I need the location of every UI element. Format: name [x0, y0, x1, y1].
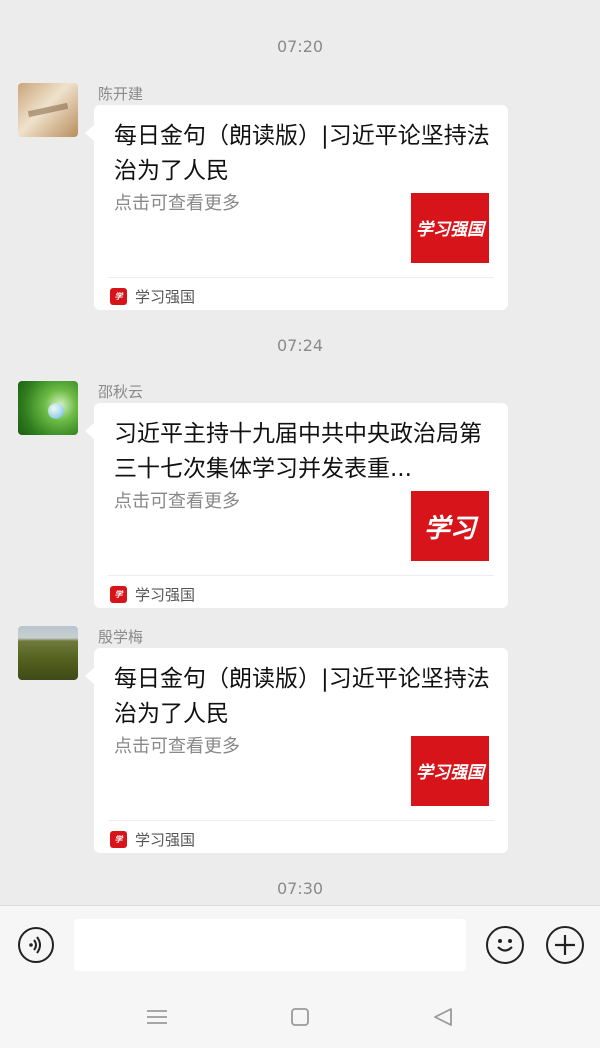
- menu-button[interactable]: [143, 1003, 171, 1031]
- card-title: 每日金句（朗读版）|习近平论坚持法治为了人民: [114, 123, 490, 184]
- home-icon: [291, 1008, 309, 1026]
- sender-name: 陈开建: [98, 85, 144, 103]
- card-description: 点击可查看更多: [114, 491, 240, 512]
- xuexi-logo-icon: 学: [110, 287, 127, 305]
- source-name: 学习强国: [135, 287, 196, 306]
- back-button[interactable]: [429, 1003, 457, 1031]
- emoji-icon: [497, 939, 513, 952]
- link-card[interactable]: 每日金句（朗读版）|习近平论坚持法治为了人民 点击可查看更多 学习强国 学 学习…: [85, 105, 508, 310]
- xuexi-logo-icon: 学: [110, 585, 127, 603]
- avatar[interactable]: [18, 626, 78, 680]
- plus-icon: [555, 935, 575, 955]
- card-title: 习近平主持十九届中共中央政治局第三十七次集体学习并发表重...: [114, 421, 482, 482]
- timestamp: 07:24: [276, 336, 324, 355]
- voice-button[interactable]: [18, 927, 54, 963]
- card-title: 每日金句（朗读版）|习近平论坚持法治为了人民: [114, 666, 490, 727]
- avatar[interactable]: [18, 381, 78, 435]
- card-thumbnail: 学习: [411, 491, 489, 561]
- thumbnail-logo-text: 学习: [423, 513, 476, 544]
- divider: [108, 820, 494, 821]
- voice-icon: [29, 936, 41, 954]
- card-description: 点击可查看更多: [114, 736, 240, 757]
- link-card[interactable]: 每日金句（朗读版）|习近平论坚持法治为了人民 点击可查看更多 学习强国 学 学习…: [85, 648, 508, 853]
- divider: [108, 575, 494, 576]
- message-input[interactable]: [74, 919, 466, 971]
- card-thumbnail: 学习强国: [411, 736, 489, 806]
- back-icon: [434, 1008, 452, 1026]
- sender-name: 殷学梅: [98, 628, 144, 646]
- divider: [108, 277, 494, 278]
- home-button[interactable]: [286, 1003, 314, 1031]
- card-source: 学 学习强国: [110, 828, 195, 850]
- source-name: 学习强国: [135, 585, 196, 604]
- system-nav-bar: [0, 985, 600, 1048]
- source-name: 学习强国: [135, 830, 196, 849]
- menu-icon: [147, 1010, 167, 1024]
- chat-input-bar: [0, 905, 600, 986]
- avatar[interactable]: [18, 83, 78, 137]
- card-source: 学 学习强国: [110, 285, 195, 307]
- link-card[interactable]: 习近平主持十九届中共中央政治局第三十七次集体学习并发表重... 点击可查看更多 …: [85, 403, 508, 608]
- card-thumbnail: 学习强国: [411, 193, 489, 263]
- card-description: 点击可查看更多: [114, 193, 240, 214]
- sender-name: 邵秋云: [98, 383, 144, 401]
- timestamp: 07:20: [276, 37, 324, 56]
- card-source: 学 学习强国: [110, 583, 195, 605]
- plus-button[interactable]: [546, 926, 584, 964]
- timestamp: 07:30: [276, 879, 324, 898]
- thumbnail-logo-text: 学习强国: [416, 219, 484, 240]
- emoji-button[interactable]: [486, 926, 524, 964]
- xuexi-logo-icon: 学: [110, 830, 127, 848]
- thumbnail-logo-text: 学习强国: [416, 762, 484, 783]
